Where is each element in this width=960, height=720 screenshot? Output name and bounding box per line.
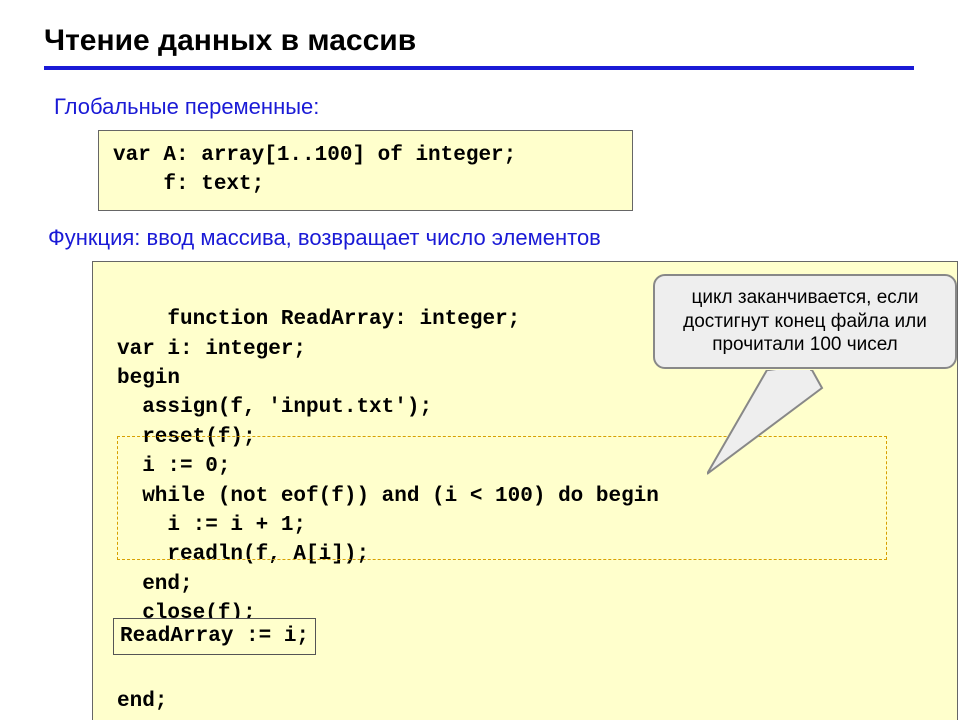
callout-tail-icon — [707, 370, 827, 480]
return-statement-box: ReadArray := i; — [113, 618, 316, 655]
heading-globals: Глобальные переменные: — [54, 94, 916, 120]
code-function: function ReadArray: integer; var i: inte… — [92, 261, 958, 720]
slide: Чтение данных в массив Глобальные переме… — [0, 0, 960, 720]
page-title: Чтение данных в массив — [44, 24, 916, 64]
title-rule — [44, 66, 914, 70]
heading-function: Функция: ввод массива, возвращает число … — [48, 225, 916, 251]
callout-bubble: цикл заканчивается, если достигнут конец… — [653, 274, 957, 369]
code-global-vars: var A: array[1..100] of integer; f: text… — [98, 130, 633, 211]
